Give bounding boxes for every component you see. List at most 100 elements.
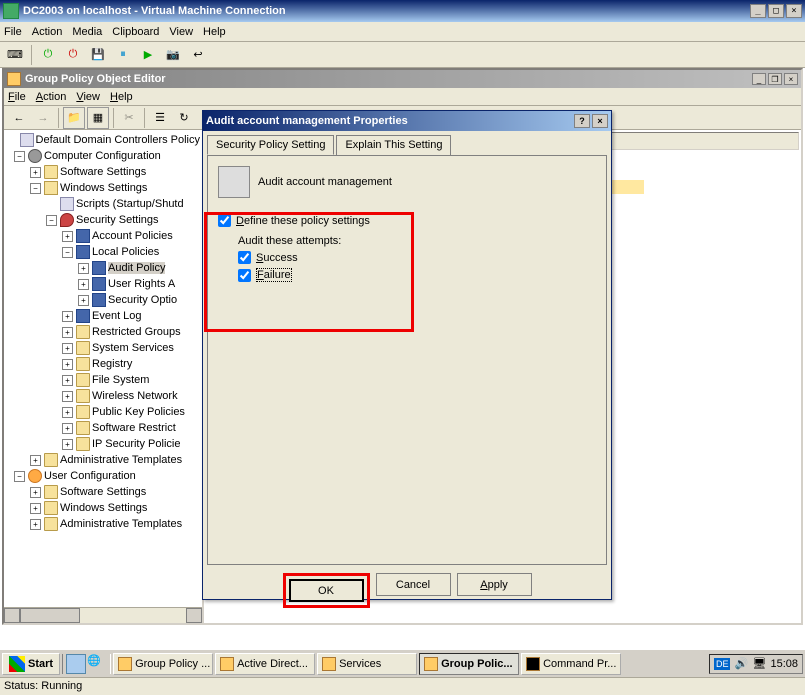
expand-icon[interactable]: + [30,487,41,498]
minimize-button[interactable]: _ [750,4,766,18]
gpo-close[interactable]: × [784,73,798,85]
menu-help[interactable]: Help [203,26,226,38]
tray-icon-2[interactable]: 🖥 [752,657,766,671]
back-icon[interactable]: ← [8,107,30,129]
snapshot-icon[interactable]: 📷 [162,44,184,66]
language-indicator[interactable]: DE [714,658,731,670]
up-icon[interactable]: 📁 [63,107,85,129]
tree-sys[interactable]: System Services [92,342,174,354]
revert-icon[interactable]: ↩ [187,44,209,66]
expand-icon[interactable]: + [62,439,73,450]
tree-ipsec[interactable]: IP Security Policie [92,438,180,450]
save-icon[interactable]: 💾 [87,44,109,66]
refresh-icon[interactable]: ↻ [173,107,195,129]
expand-icon[interactable]: + [62,391,73,402]
cancel-button[interactable]: Cancel [376,573,451,596]
tree-sec[interactable]: Security Settings [76,214,159,226]
tree-sr[interactable]: Software Restrict [92,422,176,434]
ctrl-alt-del-icon[interactable]: ⌨ [4,44,26,66]
expand-icon[interactable]: + [62,311,73,322]
gpo-menu-help[interactable]: Help [110,91,133,103]
expand-icon[interactable]: + [78,279,89,290]
view-icon[interactable]: ▦ [87,107,109,129]
expand-icon[interactable]: + [62,231,73,242]
power-icon[interactable]: ⏻ [37,44,59,66]
tree-fs[interactable]: File System [92,374,149,386]
tree-root[interactable]: Default Domain Controllers Policy [36,134,200,146]
task-services[interactable]: Services [317,653,417,675]
expand-icon[interactable]: − [14,471,25,482]
gpo-menu-file[interactable]: File [8,91,26,103]
expand-icon[interactable]: + [78,295,89,306]
menu-view[interactable]: View [169,26,193,38]
expand-icon[interactable]: + [62,327,73,338]
tab-explain[interactable]: Explain This Setting [336,135,451,155]
tree-wn[interactable]: Wireless Network [92,390,178,402]
gpo-maximize[interactable]: ❐ [768,73,782,85]
tree-uc[interactable]: User Configuration [44,470,136,482]
tree-scripts[interactable]: Scripts (Startup/Shutd [76,198,184,210]
gpo-minimize[interactable]: _ [752,73,766,85]
expand-icon[interactable]: + [30,519,41,530]
tree-panel[interactable]: Default Domain Controllers Policy − Compu… [4,130,204,623]
task-command-prompt[interactable]: Command Pr... [521,653,621,675]
clock[interactable]: 15:08 [770,658,798,670]
expand-icon[interactable]: + [62,343,73,354]
expand-icon[interactable]: − [62,247,73,258]
expand-icon[interactable]: + [62,407,73,418]
tree-at2[interactable]: Administrative Templates [60,518,182,530]
expand-icon[interactable]: − [46,215,57,226]
tab-security-policy[interactable]: Security Policy Setting [207,135,334,155]
tree-el[interactable]: Event Log [92,310,142,322]
tree-ws2[interactable]: Windows Settings [60,502,147,514]
dialog-close-button[interactable]: × [592,114,608,128]
properties-icon[interactable]: ☰ [149,107,171,129]
ok-button[interactable]: OK [289,579,364,602]
task-active-directory[interactable]: Active Direct... [215,653,315,675]
help-button[interactable]: ? [574,114,590,128]
start-button[interactable]: Start [2,653,60,675]
forward-icon[interactable]: → [32,107,54,129]
expand-icon[interactable]: + [62,423,73,434]
tray-icon-1[interactable]: 🔊 [734,657,748,671]
tree-pkp[interactable]: Public Key Policies [92,406,185,418]
tree-scrollbar[interactable] [4,607,202,623]
tree-ap[interactable]: Account Policies [92,230,173,242]
tree-reg[interactable]: Registry [92,358,132,370]
cut-icon[interactable]: ✂ [118,107,140,129]
task-group-policy-1[interactable]: Group Policy ... [113,653,213,675]
tree-cc[interactable]: Computer Configuration [44,150,161,162]
ie-icon[interactable]: 🌐 [87,654,107,674]
expand-icon[interactable]: + [62,359,73,370]
expand-icon[interactable]: + [30,167,41,178]
apply-button[interactable]: Apply [457,573,532,596]
expand-icon[interactable]: − [30,183,41,194]
task-group-policy-2[interactable]: Group Polic... [419,653,519,675]
tree-ss2[interactable]: Software Settings [60,486,146,498]
tree-so[interactable]: Security Optio [108,294,177,306]
shutdown-icon[interactable]: ⏻ [62,44,84,66]
gpo-menu-view[interactable]: View [76,91,100,103]
play-icon[interactable]: ▶ [137,44,159,66]
expand-icon[interactable]: + [30,455,41,466]
tree-ws[interactable]: Windows Settings [60,182,147,194]
tree-lp[interactable]: Local Policies [92,246,159,258]
show-desktop-icon[interactable] [66,654,86,674]
gpo-menu-action[interactable]: Action [36,91,67,103]
expand-icon[interactable]: + [30,503,41,514]
tree-rg[interactable]: Restricted Groups [92,326,181,338]
menu-media[interactable]: Media [72,26,102,38]
menu-file[interactable]: File [4,26,22,38]
expand-icon[interactable]: + [78,263,89,274]
expand-icon[interactable]: − [14,151,25,162]
tree-ura[interactable]: User Rights A [108,278,175,290]
tree-ss[interactable]: Software Settings [60,166,146,178]
tree-audit[interactable]: Audit Policy [108,262,165,274]
pause-icon[interactable]: ⏸ [112,44,134,66]
close-button[interactable]: × [786,4,802,18]
expand-icon[interactable]: + [62,375,73,386]
menu-action[interactable]: Action [32,26,63,38]
tree-at[interactable]: Administrative Templates [60,454,182,466]
maximize-button[interactable]: □ [768,4,784,18]
menu-clipboard[interactable]: Clipboard [112,26,159,38]
